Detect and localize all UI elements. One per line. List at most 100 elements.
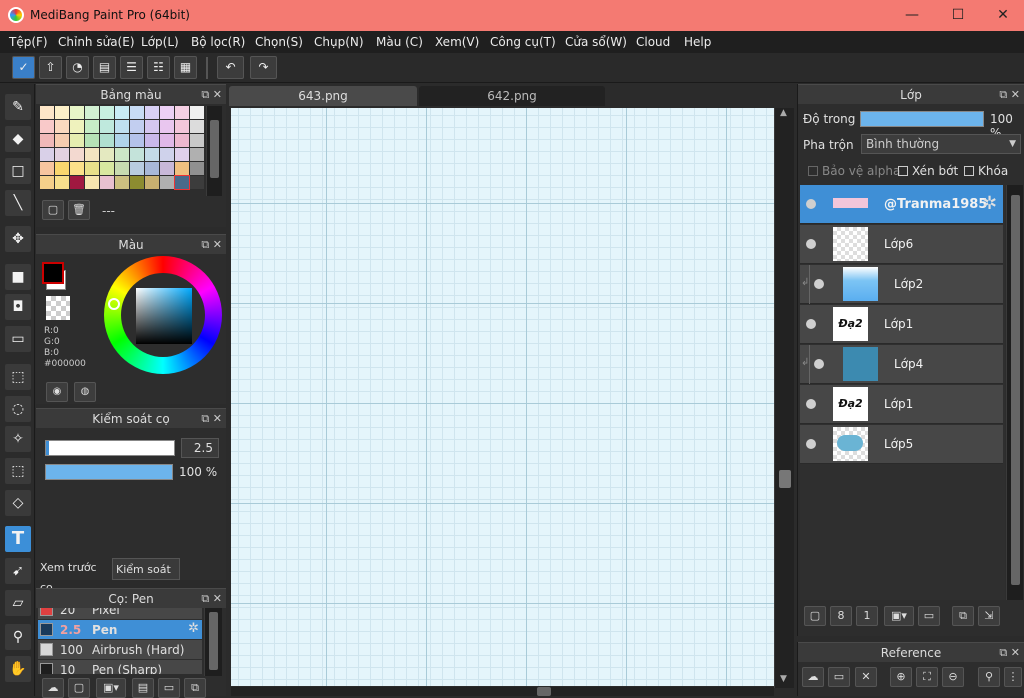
magic-wand-icon[interactable]: ✧ (5, 426, 31, 452)
foreground-color-swatch[interactable] (42, 262, 64, 284)
palette-swatch[interactable] (55, 162, 69, 175)
menu-window[interactable]: Cửa sổ(W) (565, 35, 627, 49)
canvas-hscroll-thumb[interactable] (537, 687, 551, 696)
palette-swatch[interactable] (190, 120, 204, 133)
eyedropper-icon[interactable]: ⚲ (5, 624, 31, 650)
scroll-down-icon[interactable]: ▼ (780, 674, 787, 684)
palette-swatch[interactable] (160, 162, 174, 175)
palette-swatch[interactable] (100, 120, 114, 133)
menu-help[interactable]: Help (684, 35, 711, 49)
panel-controls-icon[interactable]: ⧉ ✕ (201, 235, 222, 255)
menu-edit[interactable]: Chỉnh sửa(E) (58, 35, 135, 49)
menu-snap[interactable]: Chụp(N) (314, 35, 364, 49)
scroll-up-icon[interactable]: ▲ (780, 108, 787, 118)
menu-layer[interactable]: Lớp(L) (141, 35, 179, 49)
palette-swatch[interactable] (160, 106, 174, 119)
document-icon[interactable]: ☰ (120, 56, 143, 79)
tab-brush-preview[interactable]: Xem trước cọ (36, 558, 110, 594)
palette-swatch[interactable] (55, 120, 69, 133)
fit-icon[interactable]: ⛶ (916, 667, 938, 687)
visibility-icon[interactable] (806, 199, 816, 209)
visibility-icon[interactable] (814, 279, 824, 289)
layer-row-clipped[interactable]: ↲ Lớp4 (800, 345, 1003, 384)
palette-swatch[interactable] (175, 148, 189, 161)
palette-swatch[interactable] (190, 134, 204, 147)
palette-scrollbar[interactable] (206, 106, 222, 196)
new-layer-icon[interactable]: ▢ (804, 606, 826, 626)
palette-swatch[interactable] (130, 148, 144, 161)
eyedropper-ref-icon[interactable]: ⚲ (978, 667, 1000, 687)
select-pen-icon[interactable]: ⬚ (5, 458, 31, 484)
menu-tools[interactable]: Công cụ(T) (490, 35, 556, 49)
palette-swatch[interactable] (145, 106, 159, 119)
brush-size-slider[interactable] (45, 440, 175, 456)
transparent-color-swatch[interactable] (46, 296, 70, 320)
move-tool-icon[interactable]: ✥ (5, 226, 31, 252)
color-palette-icon[interactable]: ◉ (46, 382, 68, 402)
grid-icon[interactable]: ▦ (174, 56, 197, 79)
panel-controls-icon[interactable]: ⧉ ✕ (201, 589, 222, 609)
message-icon[interactable]: ▤ (93, 56, 116, 79)
palette-swatch[interactable] (40, 148, 54, 161)
palette-swatch[interactable] (175, 162, 189, 175)
saturation-square[interactable] (136, 288, 192, 344)
new-brush-icon[interactable]: ▢ (68, 678, 90, 698)
add-layer-menu-icon[interactable]: ▣▾ (884, 606, 914, 626)
canvas-vertical-scrollbar[interactable]: ▲ ▼ (774, 108, 794, 688)
layer-list-scrollbar[interactable] (1006, 185, 1023, 600)
tab-brush-control[interactable]: Kiểm soát cọ (112, 558, 180, 598)
protect-alpha-checkbox[interactable]: Bảo vệ alpha (808, 164, 900, 178)
palette-swatch[interactable] (145, 120, 159, 133)
palette-swatch[interactable] (70, 162, 84, 175)
minimize-button[interactable]: — (900, 4, 924, 26)
palette-swatch[interactable] (160, 148, 174, 161)
palette-swatch[interactable] (115, 162, 129, 175)
palette-swatch[interactable] (55, 148, 69, 161)
palette-swatch[interactable] (175, 120, 189, 133)
panel-controls-icon[interactable]: ⧉ ✕ (201, 85, 222, 105)
drawing-canvas[interactable] (231, 108, 774, 686)
visibility-icon[interactable] (806, 439, 816, 449)
menu-cloud[interactable]: Cloud (636, 35, 670, 49)
palette-swatch[interactable] (190, 162, 204, 175)
palette-swatch[interactable] (115, 106, 129, 119)
palette-swatch[interactable] (40, 162, 54, 175)
palette-swatch[interactable] (70, 134, 84, 147)
palette-swatch[interactable] (100, 176, 114, 189)
panel-controls-icon[interactable]: ⧉ ✕ (201, 409, 222, 429)
palette-swatch[interactable] (145, 148, 159, 161)
hue-handle[interactable] (108, 298, 120, 310)
layer-folder-icon[interactable]: ▭ (918, 606, 940, 626)
menu-select[interactable]: Chọn(S) (255, 35, 303, 49)
palette-swatch[interactable] (115, 148, 129, 161)
new-palette-icon[interactable]: ▢ (42, 200, 64, 220)
zoom-in-icon[interactable]: ⊕ (890, 667, 912, 687)
menu-filter[interactable]: Bộ lọc(R) (191, 35, 245, 49)
palette-swatch[interactable] (70, 106, 84, 119)
open-folder-icon[interactable]: ▭ (828, 667, 850, 687)
more-icon[interactable]: ⋮ (1004, 667, 1022, 687)
palette-swatch[interactable] (130, 120, 144, 133)
layer-scroll-thumb[interactable] (1011, 195, 1020, 585)
palette-swatch[interactable] (55, 134, 69, 147)
hue-wheel[interactable] (104, 256, 222, 374)
palette-swatch[interactable] (85, 176, 99, 189)
bucket-tool-icon[interactable]: ◘ (5, 294, 31, 320)
brush-folder-icon[interactable]: ▭ (158, 678, 180, 698)
palette-swatch[interactable] (130, 134, 144, 147)
palette-swatch[interactable] (160, 134, 174, 147)
brush-size-value[interactable]: 2.5 (181, 438, 219, 458)
color-swap-icon[interactable]: ◍ (74, 382, 96, 402)
palette-scroll-thumb[interactable] (210, 120, 219, 178)
palette-swatch[interactable] (115, 120, 129, 133)
palette-swatch[interactable] (55, 176, 69, 189)
brush-item[interactable]: 100 Airbrush (Hard) (38, 640, 202, 660)
palette-swatch[interactable] (40, 120, 54, 133)
operation-tool-icon[interactable]: ➹ (5, 558, 31, 584)
palette-swatch[interactable] (130, 176, 144, 189)
layer-row-selected[interactable]: @Tranma1985 ✲ (800, 185, 1003, 224)
new-1bit-layer-icon[interactable]: 1 (856, 606, 878, 626)
palette-swatch[interactable] (85, 106, 99, 119)
panel-controls-icon[interactable]: ⧉ ✕ (999, 85, 1020, 105)
add-cloud-brush-icon[interactable]: ☁ (42, 678, 64, 698)
